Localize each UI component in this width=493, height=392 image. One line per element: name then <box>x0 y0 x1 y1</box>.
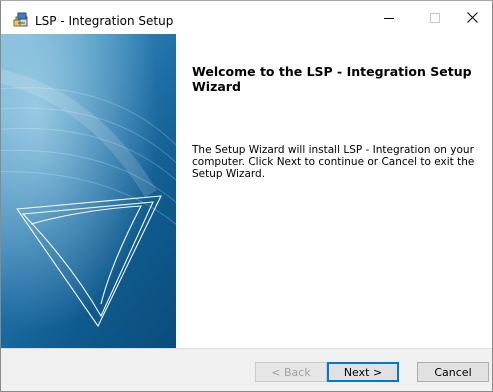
maximize-icon <box>430 12 440 23</box>
cancel-button[interactable]: Cancel <box>417 362 489 382</box>
wizard-heading: Welcome to the LSP - Integration Setup W… <box>192 64 472 94</box>
wizard-banner-image <box>1 34 176 348</box>
window-title: LSP - Integration Setup <box>35 14 174 28</box>
back-button[interactable]: < Back <box>255 362 327 382</box>
setup-window: LSP - Integration Setup Welcome to the L… <box>0 0 493 392</box>
cancel-button-label: Cancel <box>434 365 472 379</box>
back-button-label: < Back <box>271 365 311 379</box>
close-icon <box>466 8 478 27</box>
next-button[interactable]: Next > <box>327 362 399 382</box>
close-button[interactable] <box>449 1 493 34</box>
button-bar: < Back Next > Cancel <box>1 348 492 391</box>
minimize-button[interactable] <box>366 1 412 34</box>
wizard-description: The Setup Wizard will install LSP - Inte… <box>192 144 475 180</box>
installer-icon <box>13 11 30 28</box>
next-button-label: Next > <box>343 365 383 379</box>
title-bar[interactable]: LSP - Integration Setup <box>1 1 492 34</box>
minimize-icon <box>384 16 394 19</box>
